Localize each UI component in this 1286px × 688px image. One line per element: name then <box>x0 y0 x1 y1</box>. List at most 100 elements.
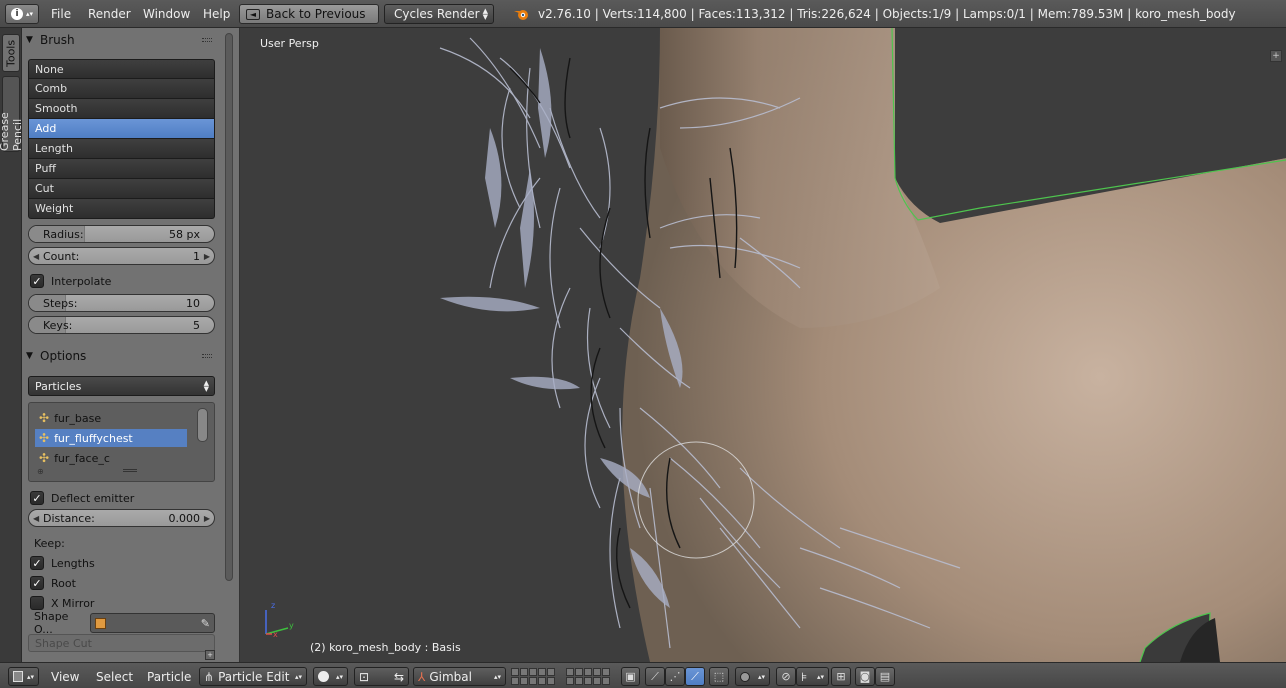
options-panel-header[interactable]: ▼ Options <box>26 345 216 367</box>
menu-render[interactable]: Render <box>88 4 131 24</box>
eyedropper-icon[interactable]: ✎ <box>201 617 210 630</box>
comb-icon: ⋔ <box>204 669 215 684</box>
keys-slider[interactable]: Keys: 5 <box>28 316 215 334</box>
point-select-icon[interactable]: ⋰ <box>665 667 685 686</box>
root-label: Root <box>51 576 76 590</box>
particles-icon: ✣ <box>39 431 50 445</box>
brush-none[interactable]: None <box>28 59 215 79</box>
editor-type-button[interactable]: ▴▾ <box>8 667 39 686</box>
axis-y-label: y <box>289 621 294 630</box>
orientation-dropdown[interactable]: ⅄ Gimbal ▴▾ <box>413 667 506 686</box>
render-engine-dropdown[interactable]: Cycles Render ▲ ▼ <box>384 4 494 24</box>
lengths-checkbox[interactable]: ✓ Lengths <box>30 554 95 572</box>
list-scrollbar[interactable] <box>197 408 208 442</box>
render-animation-icon[interactable]: ▤ <box>875 667 895 686</box>
brush-length[interactable]: Length <box>28 139 215 159</box>
brush-panel-header[interactable]: ▼ Brush <box>26 29 216 51</box>
layers-grid-icon[interactable] <box>566 668 610 685</box>
chevron-updown-icon: ▴▾ <box>25 10 34 18</box>
list-item[interactable]: ✣ fur_base <box>35 409 187 427</box>
particle-system-name: fur_fluffychest <box>54 431 133 445</box>
collapse-triangle-icon: ▼ <box>26 351 33 361</box>
solid-shading-icon <box>318 671 329 682</box>
tip-select-icon[interactable]: ⟋ <box>685 667 705 686</box>
transform-axes-icon: ⅄ <box>418 669 426 684</box>
back-to-previous-button[interactable]: ◄ Back to Previous <box>239 4 379 24</box>
distance-field[interactable]: ◀ Distance: 0.000 ▶ <box>28 509 215 527</box>
radius-slider[interactable]: Radius: 58 px <box>28 225 215 243</box>
increment-arrow-icon[interactable]: ▶ <box>204 514 210 523</box>
drag-grip-icon[interactable] <box>202 38 212 42</box>
tab-grease-pencil[interactable]: Grease Pencil <box>0 76 24 152</box>
path-select-icon[interactable]: ⟋ <box>645 667 665 686</box>
shape-object-value[interactable]: ✎ <box>90 613 215 633</box>
menu-particle[interactable]: Particle <box>147 667 191 686</box>
menu-file[interactable]: File <box>51 4 71 24</box>
axis-x-label: x <box>273 630 278 639</box>
root-checkbox[interactable]: ✓ Root <box>30 574 76 592</box>
interpolate-label: Interpolate <box>51 274 112 288</box>
menu-help[interactable]: Help <box>203 4 230 24</box>
checkmark-icon: ✓ <box>30 556 44 570</box>
tab-tools[interactable]: Tools <box>2 34 20 72</box>
lengths-label: Lengths <box>51 556 95 570</box>
tool-shelf-scrollbar[interactable] <box>225 33 233 581</box>
layer-lock-icon[interactable]: ▣ <box>621 667 640 686</box>
steps-label: Steps: <box>43 296 78 310</box>
mode-label: Particle Edit <box>218 669 290 684</box>
deflect-emitter-checkbox[interactable]: ✓ Deflect emitter <box>30 489 134 507</box>
mode-dropdown[interactable]: ⋔ Particle Edit ▴▾ <box>199 667 307 686</box>
list-item[interactable]: ✣ fur_fluffychest <box>35 429 187 447</box>
deflect-emitter-label: Deflect emitter <box>51 491 135 505</box>
object-info-label: (2) koro_mesh_body : Basis <box>310 641 461 654</box>
keys-label: Keys: <box>43 318 73 332</box>
count-field[interactable]: ◀ Count: 1 ▶ <box>28 247 215 265</box>
snap-target-icon[interactable]: ⊞ <box>831 667 851 686</box>
interpolate-checkbox[interactable]: ✓ Interpolate <box>30 272 111 290</box>
checkmark-icon: ✓ <box>30 274 44 288</box>
drag-grip-icon[interactable] <box>202 354 212 358</box>
edit-type-dropdown[interactable]: Particles ▲ ▼ <box>28 376 215 396</box>
edit-type-value: Particles <box>35 379 82 393</box>
menu-window[interactable]: Window <box>143 4 190 24</box>
brush-add[interactable]: Add <box>28 119 215 139</box>
brush-weight[interactable]: Weight <box>28 199 215 219</box>
increment-arrow-icon[interactable]: ▶ <box>204 252 210 261</box>
list-filter-icon[interactable]: ⊕ <box>37 467 44 476</box>
render-camera-icon[interactable]: ◙ <box>855 667 875 686</box>
layers-grid-icon[interactable] <box>511 668 555 685</box>
layer-buttons-1[interactable] <box>511 667 555 686</box>
particles-icon: ✣ <box>39 451 50 465</box>
brush-cut[interactable]: Cut <box>28 179 215 199</box>
panel-expand-icon[interactable]: + <box>205 650 215 660</box>
chevron-updown-icon: ▴▾ <box>294 672 302 681</box>
limit-visible-icon[interactable]: ⬚ <box>709 667 729 686</box>
3d-viewport[interactable]: User Persp (2) koro_mesh_body : Basis z … <box>240 28 1286 662</box>
shape-object-field[interactable]: Shape O... ✎ <box>28 610 215 636</box>
menu-view[interactable]: View <box>51 667 79 686</box>
checkbox-empty-icon <box>30 596 44 610</box>
steps-slider[interactable]: Steps: 10 <box>28 294 215 312</box>
count-value: 1 <box>193 249 200 263</box>
layer-buttons-2[interactable] <box>566 667 610 686</box>
snap-element-dropdown[interactable]: ⊧ ▴▾ <box>796 667 829 686</box>
keep-label: Keep: <box>34 537 65 550</box>
menu-select[interactable]: Select <box>96 667 133 686</box>
info-icon: i <box>10 8 23 20</box>
proportional-edit-dropdown[interactable]: ▴▾ <box>735 667 770 686</box>
plus-icon[interactable]: + <box>1270 50 1282 62</box>
editor-type-button[interactable]: i ▴▾ <box>5 4 39 24</box>
3d-view-header: ▴▾ View Select Particle ⋔ Particle Edit … <box>0 662 1286 688</box>
brush-puff[interactable]: Puff <box>28 159 215 179</box>
proportional-edit-icon <box>740 671 750 682</box>
brush-smooth[interactable]: Smooth <box>28 99 215 119</box>
brush-comb[interactable]: Comb <box>28 79 215 99</box>
decrement-arrow-icon[interactable]: ◀ <box>33 252 39 261</box>
snap-icon[interactable]: ⊘ <box>776 667 796 686</box>
decrement-arrow-icon[interactable]: ◀ <box>33 514 39 523</box>
shading-dropdown[interactable]: ▴▾ <box>313 667 348 686</box>
pivot-dropdown[interactable]: ⊡ ⇆ <box>354 667 409 686</box>
shape-cut-button[interactable]: Shape Cut <box>28 634 215 652</box>
list-resize-grip-icon[interactable] <box>123 469 137 472</box>
list-item[interactable]: ✣ fur_face_c <box>35 449 187 467</box>
